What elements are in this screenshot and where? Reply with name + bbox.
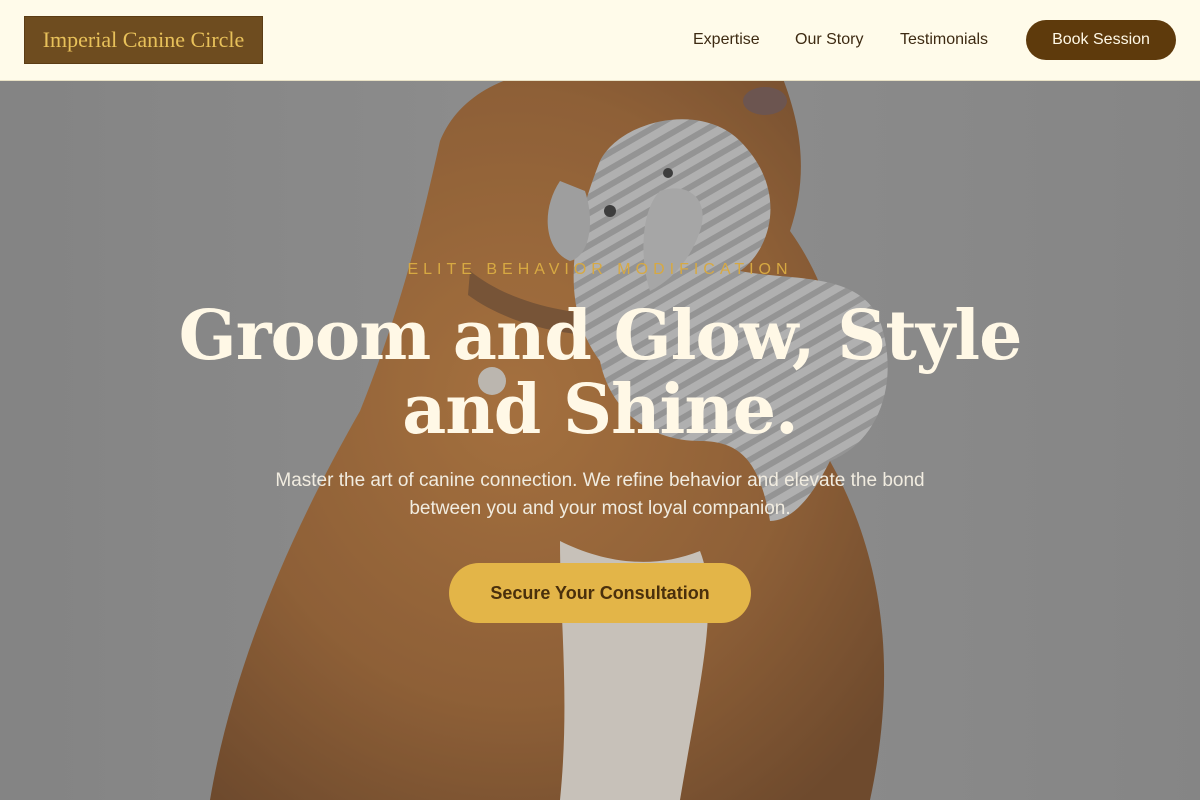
nav-link-expertise[interactable]: Expertise bbox=[693, 20, 760, 60]
site-logo[interactable]: Imperial Canine Circle bbox=[24, 16, 263, 64]
hero-subtext: Master the art of canine connection. We … bbox=[275, 470, 925, 519]
hero-section: ELITE BEHAVIOR MODIFICATION Groom and Gl… bbox=[0, 81, 1200, 800]
site-header: Imperial Canine Circle Expertise Our Sto… bbox=[0, 0, 1200, 81]
nav-link-our-story[interactable]: Our Story bbox=[795, 20, 863, 60]
book-session-button[interactable]: Book Session bbox=[1026, 20, 1176, 60]
secure-consultation-button[interactable]: Secure Your Consultation bbox=[449, 563, 751, 623]
nav-link-testimonials[interactable]: Testimonials bbox=[900, 20, 988, 60]
hero-eyebrow: ELITE BEHAVIOR MODIFICATION bbox=[407, 261, 793, 278]
hero-headline: Groom and Glow, Style and Shine. bbox=[178, 296, 1023, 450]
